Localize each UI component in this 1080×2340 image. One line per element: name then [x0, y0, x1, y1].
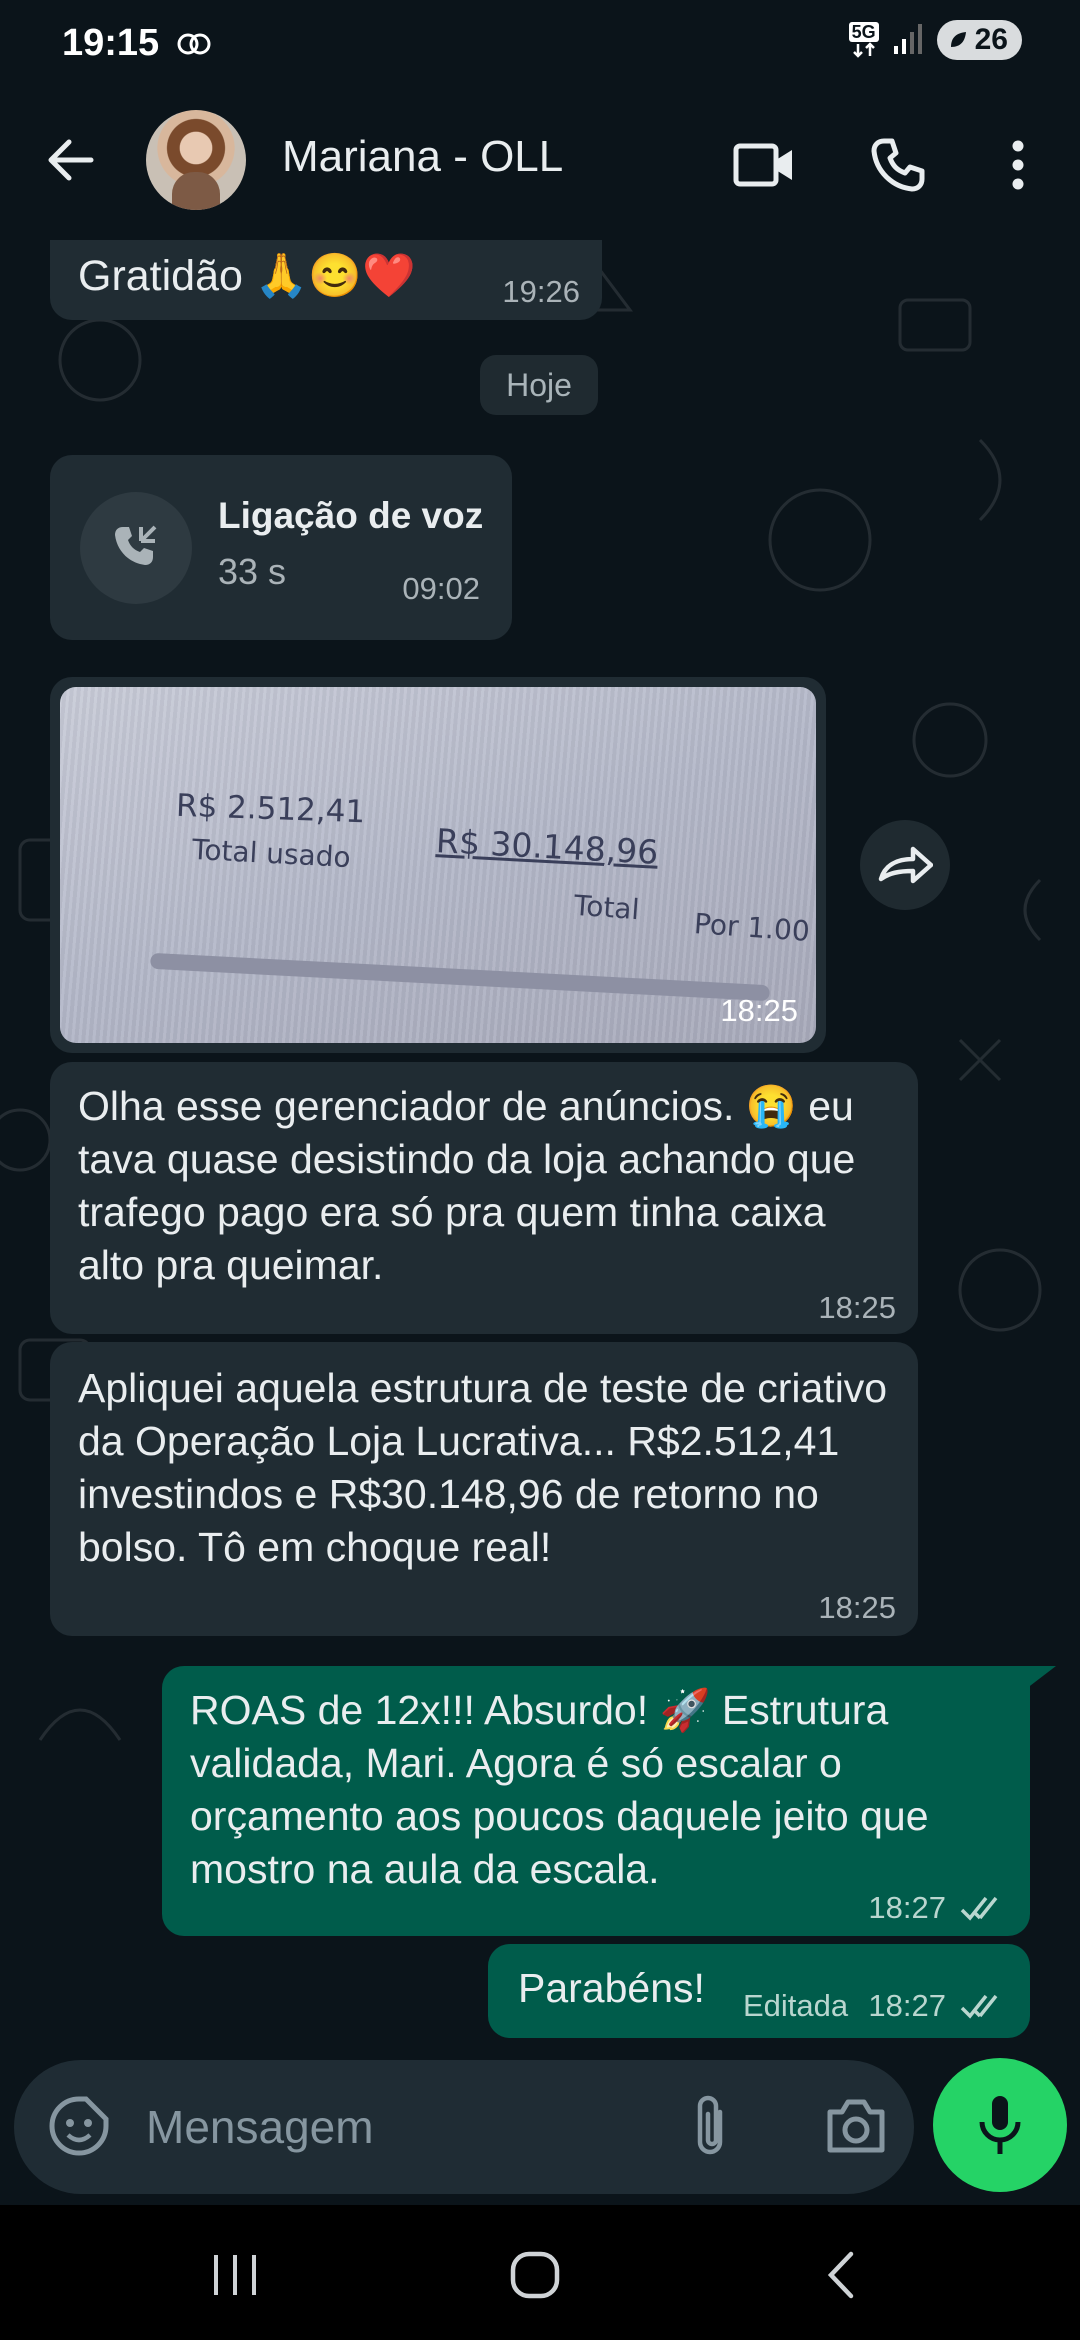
back-nav-button[interactable]	[800, 2245, 880, 2305]
signal-icon	[893, 22, 923, 59]
status-bar: 19:15 5G 26	[0, 0, 1080, 90]
date-separator: Hoje	[480, 355, 598, 415]
message-text: Apliquei aquela estrutura de teste de cr…	[78, 1365, 888, 1570]
call-icon-container	[80, 492, 192, 604]
double-check-icon	[960, 1896, 998, 1921]
home-button[interactable]	[495, 2245, 575, 2305]
message-incoming[interactable]: Apliquei aquela estrutura de teste de cr…	[50, 1342, 918, 1636]
message-composer: Mensagem	[14, 2060, 914, 2194]
camera-button[interactable]	[826, 2098, 886, 2159]
sticker-icon	[49, 2096, 109, 2156]
message-time: 18:25	[720, 993, 798, 1028]
sync-icon	[176, 30, 212, 63]
more-options-button[interactable]	[978, 125, 1058, 205]
voice-message-button[interactable]	[933, 2058, 1067, 2192]
bubble-tail	[1022, 1666, 1056, 1692]
message-time: 18:27	[868, 1988, 946, 2023]
image-used-value: R$ 2.512,41	[175, 787, 366, 831]
image-total-label: Total	[572, 888, 641, 927]
forward-button[interactable]	[860, 820, 950, 910]
message-text: Parabéns!	[518, 1965, 705, 2011]
video-call-icon	[733, 143, 792, 187]
sticker-button[interactable]	[48, 2095, 110, 2162]
message-time: 18:25	[818, 1290, 896, 1325]
message-time: 18:25	[818, 1590, 896, 1625]
message-incoming[interactable]: Gratidão 🙏😊❤️ 19:26	[50, 240, 602, 320]
message-time: 18:27	[868, 1890, 946, 1925]
message-text: ROAS de 12x!!! Absurdo! 🚀 Estrutura vali…	[190, 1687, 929, 1892]
edited-label: Editada	[743, 1988, 849, 2023]
incoming-call-icon	[115, 525, 157, 565]
message-outgoing[interactable]: ROAS de 12x!!! Absurdo! 🚀 Estrutura vali…	[162, 1666, 1030, 1936]
contact-name[interactable]: Mariana - OLL	[282, 132, 563, 182]
voice-call-button[interactable]	[858, 125, 938, 205]
call-title: Ligação de voz	[218, 495, 484, 536]
attach-button[interactable]	[690, 2092, 730, 2167]
camera-icon	[827, 2099, 885, 2153]
recent-apps-button[interactable]	[195, 2245, 275, 2305]
mic-icon	[979, 2096, 1021, 2154]
call-log-message[interactable]: Ligação de voz 33 s 09:02	[50, 455, 512, 640]
image-thumbnail[interactable]: R$ 2.512,41 Total usado R$ 30.148,96 Tot…	[60, 687, 816, 1043]
network-type-icon: 5G	[848, 22, 879, 58]
home-icon	[510, 2251, 560, 2299]
back-arrow-icon	[48, 139, 94, 181]
recent-apps-icon	[214, 2255, 256, 2295]
message-text: Gratidão 🙏😊❤️	[78, 252, 416, 300]
message-incoming[interactable]: Olha esse gerenciador de anúncios. 😭 eu …	[50, 1062, 918, 1334]
back-chevron-icon	[827, 2251, 854, 2299]
system-nav-bar	[0, 2205, 1080, 2340]
image-message[interactable]: R$ 2.512,41 Total usado R$ 30.148,96 Tot…	[50, 677, 826, 1053]
forward-icon	[878, 846, 933, 884]
battery-indicator: 26	[936, 20, 1022, 60]
message-outgoing[interactable]: Parabéns! Editada 18:27	[488, 1944, 1030, 2038]
message-time: 19:26	[502, 274, 580, 309]
status-time: 19:15	[62, 22, 160, 64]
avatar[interactable]	[146, 110, 246, 210]
battery-saver-icon	[950, 32, 966, 47]
status-icons: 5G 26	[848, 20, 1022, 60]
attach-icon	[697, 2095, 723, 2155]
back-button[interactable]	[40, 130, 100, 190]
message-text: Olha esse gerenciador de anúncios. 😭 eu …	[78, 1083, 856, 1288]
battery-level: 26	[974, 23, 1008, 56]
phone-icon	[871, 138, 925, 192]
network-type: 5G	[848, 22, 879, 42]
chat-header: Mariana - OLL	[0, 90, 1080, 240]
message-time: 09:02	[402, 571, 480, 606]
call-duration: 33 s	[218, 551, 287, 592]
chat-area[interactable]: Gratidão 🙏😊❤️ 19:26 Hoje Ligação de voz …	[0, 240, 1080, 2060]
double-check-icon	[960, 1994, 998, 2019]
more-vert-icon	[1012, 140, 1024, 190]
message-input[interactable]: Mensagem	[146, 2100, 374, 2154]
video-call-button[interactable]	[724, 125, 804, 205]
